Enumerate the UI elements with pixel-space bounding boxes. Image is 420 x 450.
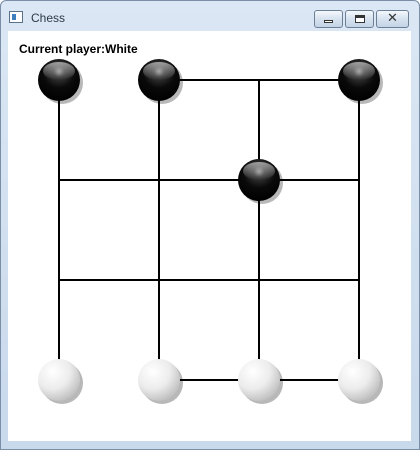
minimize-button[interactable] (314, 10, 343, 28)
white-piece[interactable] (38, 359, 83, 404)
app-window: Chess ✕ Current player:White (0, 0, 420, 450)
minimize-icon (324, 20, 333, 23)
black-piece[interactable] (138, 59, 183, 104)
maximize-icon (355, 15, 365, 23)
window-title: Chess (31, 11, 66, 25)
close-button[interactable]: ✕ (376, 10, 409, 28)
white-piece[interactable] (138, 359, 183, 404)
game-board[interactable] (8, 31, 411, 441)
close-icon: ✕ (387, 11, 398, 26)
game-area: Current player:White (8, 31, 411, 441)
white-piece[interactable] (238, 359, 283, 404)
black-piece[interactable] (38, 59, 83, 104)
title-bar[interactable]: Chess ✕ (1, 1, 419, 31)
black-piece[interactable] (238, 159, 283, 204)
maximize-button[interactable] (345, 10, 374, 28)
app-window-icon[interactable] (9, 11, 23, 23)
white-piece[interactable] (338, 359, 383, 404)
black-piece[interactable] (338, 59, 383, 104)
